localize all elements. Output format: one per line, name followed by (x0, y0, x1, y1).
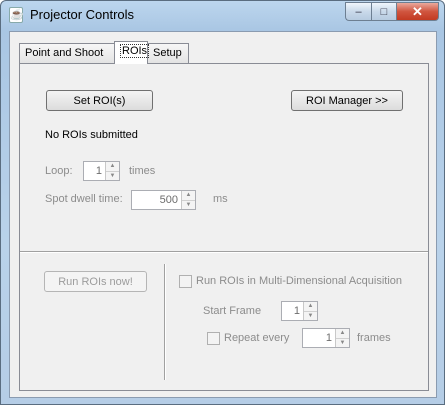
tab-rois[interactable]: ROIs (114, 41, 150, 64)
repeat-spinner[interactable]: 1 ▲ ▼ (302, 328, 350, 348)
loop-label: Loop: (45, 165, 73, 177)
dwell-time-label: Spot dwell time: (45, 193, 123, 205)
dwell-time-spinner[interactable]: 500 ▲ ▼ (131, 190, 196, 210)
repeat-unit: frames (357, 332, 391, 344)
minimize-button[interactable]: – (345, 2, 371, 21)
maximize-button[interactable]: □ (371, 2, 396, 21)
spinner-up-icon[interactable]: ▲ (336, 329, 349, 338)
spinner-down-icon[interactable]: ▼ (106, 170, 119, 180)
start-frame-spinner[interactable]: 1 ▲ ▼ (281, 301, 318, 321)
loop-value: 1 (95, 165, 102, 177)
client-area: Point and Shoot ROIs Setup Set ROI(s) RO… (9, 31, 437, 398)
spinner-down-icon[interactable]: ▼ (304, 310, 317, 320)
repeat-spinner-arrows: ▲ ▼ (335, 329, 349, 347)
window-controls: – □ ✕ (345, 2, 439, 21)
maximize-icon: □ (380, 5, 388, 18)
mda-label: Run ROIs in Multi-Dimensional Acquisitio… (196, 275, 403, 287)
vertical-separator (164, 264, 166, 380)
dwell-time-value: 500 (159, 194, 178, 206)
run-rois-now-button[interactable]: Run ROIs now! (44, 271, 147, 292)
loop-spinner[interactable]: 1 ▲ ▼ (83, 161, 120, 181)
spinner-up-icon[interactable]: ▲ (304, 302, 317, 311)
set-roi-button[interactable]: Set ROI(s) (46, 90, 153, 111)
dwell-time-unit: ms (213, 193, 228, 205)
close-button[interactable]: ✕ (396, 2, 439, 21)
tab-rois-label: ROIs (120, 44, 150, 58)
minimize-icon: – (355, 5, 362, 18)
start-frame-spinner-arrows: ▲ ▼ (303, 302, 317, 320)
title-bar[interactable]: ☕ Projector Controls – □ ✕ (1, 1, 444, 29)
projector-controls-window: ☕ Projector Controls – □ ✕ Point and Sho… (0, 0, 445, 405)
start-frame-value: 1 (293, 305, 300, 317)
repeat-label: Repeat every (224, 332, 290, 344)
loop-unit: times (129, 165, 156, 177)
close-icon: ✕ (412, 3, 423, 19)
java-coffee-icon: ☕ (9, 7, 24, 23)
spinner-up-icon[interactable]: ▲ (182, 191, 195, 200)
dwell-spinner-arrows: ▲ ▼ (181, 191, 195, 209)
roi-manager-button[interactable]: ROI Manager >> (291, 90, 403, 111)
loop-spinner-arrows: ▲ ▼ (105, 162, 119, 180)
tab-point-and-shoot[interactable]: Point and Shoot (19, 43, 115, 63)
horizontal-separator (20, 251, 428, 253)
rois-panel: Set ROI(s) ROI Manager >> No ROIs submit… (19, 63, 429, 391)
tab-setup[interactable]: Setup (147, 43, 189, 63)
window-title: Projector Controls (30, 7, 135, 22)
mda-checkbox[interactable] (179, 275, 192, 288)
spinner-down-icon[interactable]: ▼ (182, 199, 195, 209)
repeat-value: 1 (325, 332, 332, 344)
repeat-checkbox[interactable] (207, 332, 220, 345)
spinner-down-icon[interactable]: ▼ (336, 337, 349, 347)
start-frame-label: Start Frame (203, 305, 262, 317)
spinner-up-icon[interactable]: ▲ (106, 162, 119, 171)
roi-status-text: No ROIs submitted (45, 129, 138, 141)
